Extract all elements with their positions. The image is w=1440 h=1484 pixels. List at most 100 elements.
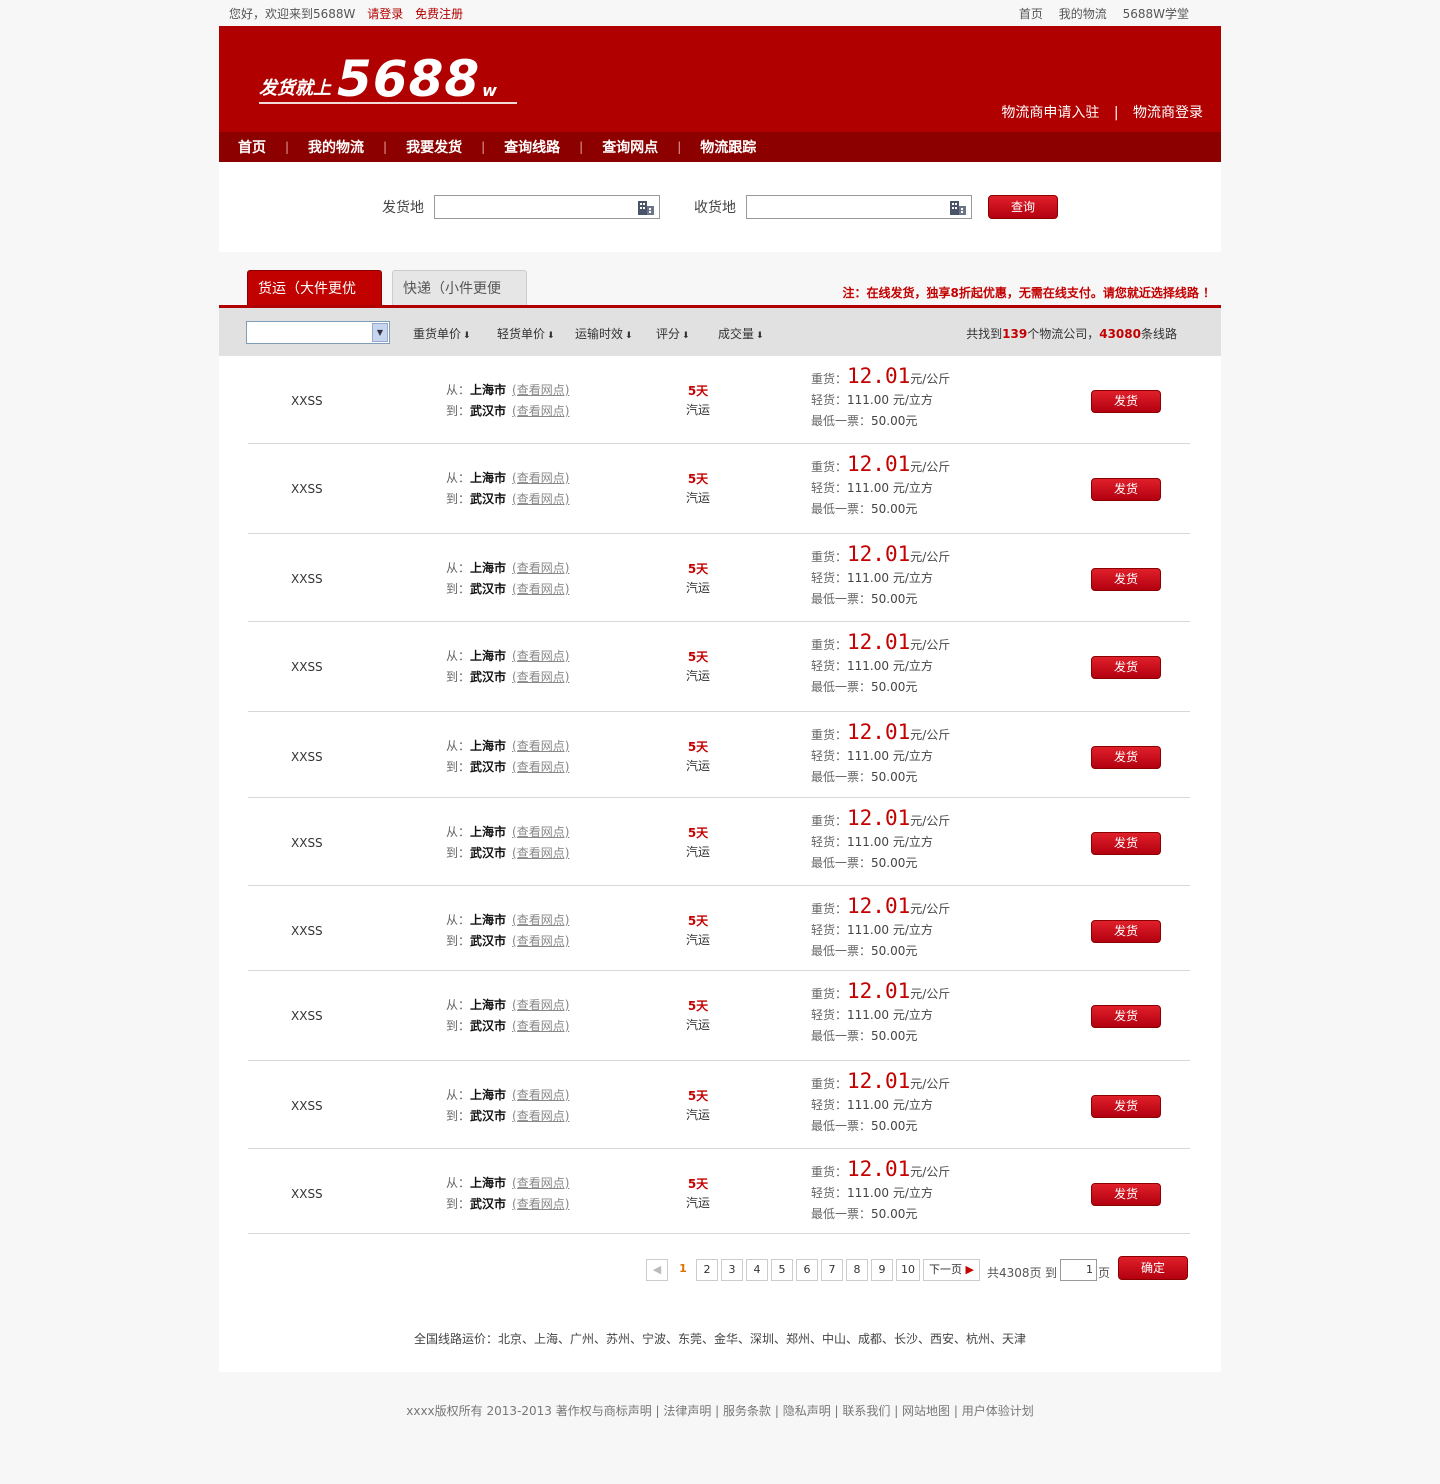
heavy-price: 重货：12.01元/公斤 [811, 981, 950, 1005]
heavy-unit: 元/公斤 [910, 372, 951, 386]
page-link[interactable]: 3 [721, 1259, 743, 1281]
view-outlets-link[interactable]: (查看网点) [512, 760, 569, 774]
prev-page-icon[interactable]: ◀ [646, 1259, 668, 1281]
nav-item-tracking[interactable]: 物流跟踪 [681, 137, 775, 157]
view-outlets-link[interactable]: (查看网点) [512, 913, 569, 927]
sort-heavy-price[interactable]: 重货单价 ⬇ [413, 325, 471, 342]
company-name[interactable]: XXSS [291, 750, 323, 764]
sort-volume[interactable]: 成交量 ⬇ [718, 325, 764, 342]
company-name[interactable]: XXSS [291, 924, 323, 938]
tab-freight[interactable]: 货运（大件更优惠） [247, 270, 382, 333]
goto-confirm-button[interactable]: 确定 [1118, 1256, 1188, 1280]
page-current[interactable]: 1 [672, 1259, 694, 1281]
page-link[interactable]: 7 [821, 1259, 843, 1281]
view-outlets-link[interactable]: (查看网点) [512, 934, 569, 948]
top-link-my-logistics[interactable]: 我的物流 [1059, 7, 1107, 21]
building-icon[interactable] [949, 199, 967, 215]
page-link[interactable]: 5 [771, 1259, 793, 1281]
tab-express[interactable]: 快递（小件更便捷） [392, 270, 527, 333]
company-name[interactable]: XXSS [291, 394, 323, 408]
page-link[interactable]: 6 [796, 1259, 818, 1281]
login-link[interactable]: 请登录 [367, 7, 403, 21]
nav-item-home[interactable]: 首页 [219, 137, 285, 157]
view-outlets-link[interactable]: (查看网点) [512, 825, 569, 839]
next-label: 下一页 [929, 1263, 963, 1276]
ship-button[interactable]: 发货 [1091, 746, 1161, 769]
nav-item-outlets[interactable]: 查询网点 [583, 137, 677, 157]
sort-light-price[interactable]: 轻货单价 ⬇ [497, 325, 555, 342]
ship-button[interactable]: 发货 [1091, 1183, 1161, 1206]
route-to: 到：武汉市 (查看网点) [446, 579, 569, 600]
nav-item-routes[interactable]: 查询线路 [485, 137, 579, 157]
city-rates-list[interactable]: 北京、上海、广州、苏州、宁波、东莞、金华、深圳、郑州、中山、成都、长沙、西安、杭… [498, 1332, 1026, 1346]
origin-input[interactable] [434, 195, 660, 219]
view-outlets-link[interactable]: (查看网点) [512, 1019, 569, 1033]
from-city: 上海市 [470, 998, 507, 1012]
view-outlets-link[interactable]: (查看网点) [512, 582, 569, 596]
ship-button[interactable]: 发货 [1091, 656, 1161, 679]
view-outlets-link[interactable]: (查看网点) [512, 1176, 569, 1190]
ship-button[interactable]: 发货 [1091, 1095, 1161, 1118]
route-to: 到：武汉市 (查看网点) [446, 931, 569, 952]
view-outlets-link[interactable]: (查看网点) [512, 1109, 569, 1123]
company-name[interactable]: XXSS [291, 1099, 323, 1113]
view-outlets-link[interactable]: (查看网点) [512, 492, 569, 506]
view-outlets-link[interactable]: (查看网点) [512, 1197, 569, 1211]
destination-input[interactable] [746, 195, 972, 219]
search-button[interactable]: 查询 [988, 195, 1058, 219]
view-outlets-link[interactable]: (查看网点) [512, 649, 569, 663]
company-name[interactable]: XXSS [291, 660, 323, 674]
ship-button[interactable]: 发货 [1091, 1005, 1161, 1028]
vendor-login-link[interactable]: 物流商登录 [1133, 105, 1203, 121]
route-info: 从：上海市 (查看网点) 到：武汉市 (查看网点) [446, 380, 569, 422]
ship-button[interactable]: 发货 [1091, 478, 1161, 501]
price-info: 重货：12.01元/公斤 轻货：111.00 元/立方 最低一票：50.00元 [811, 544, 950, 610]
site-logo[interactable]: 发货就上 5688 w [259, 54, 497, 104]
view-outlets-link[interactable]: (查看网点) [512, 471, 569, 485]
page-link[interactable]: 8 [846, 1259, 868, 1281]
company-name[interactable]: XXSS [291, 482, 323, 496]
company-name[interactable]: XXSS [291, 836, 323, 850]
view-outlets-link[interactable]: (查看网点) [512, 998, 569, 1012]
company-name[interactable]: XXSS [291, 572, 323, 586]
next-page-button[interactable]: 下一页 ▶ [923, 1259, 980, 1281]
page-link[interactable]: 10 [896, 1259, 920, 1281]
pagination: ◀ 1 2 3 4 5 6 7 8 9 10 下一页 ▶ 共4308页 到 1 … [219, 1234, 1221, 1308]
top-link-home[interactable]: 首页 [1019, 7, 1043, 21]
from-city: 上海市 [470, 913, 507, 927]
page-link[interactable]: 9 [871, 1259, 893, 1281]
footer-links[interactable]: xxxx版权所有 2013-2013 著作权与商标声明 | 法律声明 | 服务条… [406, 1404, 1033, 1418]
view-outlets-link[interactable]: (查看网点) [512, 561, 569, 575]
route-to: 到：武汉市 (查看网点) [446, 843, 569, 864]
vendor-apply-link[interactable]: 物流商申请入驻 [1001, 105, 1099, 121]
page-link[interactable]: 4 [746, 1259, 768, 1281]
nav-item-my-logistics[interactable]: 我的物流 [289, 137, 383, 157]
view-outlets-link[interactable]: (查看网点) [512, 383, 569, 397]
page-number-input[interactable]: 1 [1060, 1259, 1097, 1281]
register-link[interactable]: 免费注册 [415, 7, 463, 21]
building-icon[interactable] [637, 199, 655, 215]
ship-button[interactable]: 发货 [1091, 390, 1161, 413]
page-link[interactable]: 2 [696, 1259, 718, 1281]
view-outlets-link[interactable]: (查看网点) [512, 670, 569, 684]
top-link-academy[interactable]: 5688W学堂 [1123, 7, 1189, 21]
view-outlets-link[interactable]: (查看网点) [512, 1088, 569, 1102]
route-info: 从：上海市 (查看网点) 到：武汉市 (查看网点) [446, 468, 569, 510]
category-select[interactable]: ▼ [246, 321, 390, 344]
view-outlets-link[interactable]: (查看网点) [512, 739, 569, 753]
view-outlets-link[interactable]: (查看网点) [512, 404, 569, 418]
ship-button[interactable]: 发货 [1091, 920, 1161, 943]
heavy-value: 12.01 [847, 452, 911, 476]
view-outlets-link[interactable]: (查看网点) [512, 846, 569, 860]
light-label: 轻货： [811, 1008, 848, 1022]
min-value: 50.00元 [871, 1119, 918, 1133]
tabs-area: 货运（大件更优惠） 快递（小件更便捷） 注：在线发货，独享8折起优惠，无需在线支… [219, 252, 1221, 333]
sort-rating[interactable]: 评分 ⬇ [656, 325, 690, 342]
company-name[interactable]: XXSS [291, 1187, 323, 1201]
chevron-down-icon[interactable]: ▼ [372, 323, 388, 342]
nav-item-ship[interactable]: 我要发货 [387, 137, 481, 157]
sort-transit-time[interactable]: 运输时效 ⬇ [575, 325, 633, 342]
ship-button[interactable]: 发货 [1091, 832, 1161, 855]
company-name[interactable]: XXSS [291, 1009, 323, 1023]
ship-button[interactable]: 发货 [1091, 568, 1161, 591]
